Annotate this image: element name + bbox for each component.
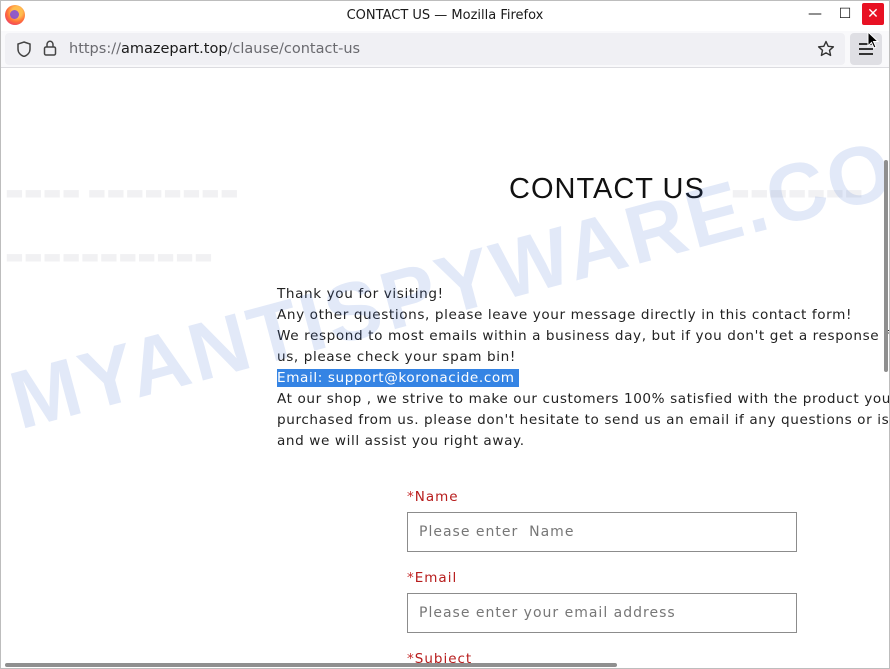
name-label: *Name (407, 489, 459, 505)
intro-line: and we will assist you right away. (277, 433, 525, 449)
email-highlight[interactable]: Email: support@koronacide.com (277, 369, 519, 387)
page-title: CONTACT US (509, 173, 705, 205)
maximize-button[interactable]: ☐ (834, 3, 856, 25)
intro-line: Thank you for visiting! (277, 286, 444, 302)
url-path: /clause/contact-us (227, 41, 361, 57)
intro-line: us, please check your spam bin! (277, 349, 516, 365)
page-content: ▬▬▬▬ ▬▬▬▬▬▬▬▬ ▬▬▬▬▬▬▬▬▬▬▬ ▬▬▬▬▬▬▬ CONTAC… (1, 68, 889, 668)
intro-line: We respond to most emails within a busin… (277, 328, 889, 344)
horizontal-scrollbar[interactable] (5, 663, 617, 667)
url-prefix: https:// (69, 41, 121, 57)
url-bar[interactable]: https://amazepart.top/clause/contact-us (5, 33, 845, 65)
title-bar: CONTACT US — Mozilla Firefox — ☐ ✕ (1, 1, 889, 31)
lock-icon[interactable] (43, 40, 57, 56)
background-decoration: ▬▬▬▬▬▬▬▬▬▬▬ (5, 244, 213, 268)
shield-icon[interactable] (17, 41, 31, 57)
name-input[interactable] (407, 512, 797, 552)
background-decoration: ▬▬▬▬▬▬▬ (731, 180, 864, 204)
email-label-text: Email (414, 570, 458, 586)
star-icon[interactable] (817, 40, 835, 58)
browser-window: CONTACT US — Mozilla Firefox — ☐ ✕ https… (0, 0, 890, 669)
url-host: amazepart.top (120, 41, 228, 57)
required-mark: * (407, 489, 415, 505)
intro-text: Thank you for visiting! Any other questi… (277, 284, 889, 452)
close-button[interactable]: ✕ (862, 3, 884, 25)
vertical-scrollbar[interactable] (884, 160, 888, 372)
email-input[interactable] (407, 593, 797, 633)
intro-line: At our shop , we strive to make our cust… (277, 391, 889, 407)
background-decoration: ▬▬▬▬ ▬▬▬▬▬▬▬▬ (5, 180, 239, 204)
required-mark: * (407, 570, 415, 586)
minimize-button[interactable]: — (804, 3, 826, 25)
email-label: *Email (407, 570, 457, 586)
intro-line: Any other questions, please leave your m… (277, 307, 853, 323)
name-label-text: Name (414, 489, 459, 505)
url-text[interactable]: https://amazepart.top/clause/contact-us (69, 41, 360, 57)
cursor-icon (867, 31, 879, 49)
navigation-bar: https://amazepart.top/clause/contact-us (1, 31, 889, 68)
intro-line: purchased from us. please don't hesitate… (277, 412, 889, 428)
window-title: CONTACT US — Mozilla Firefox (346, 8, 544, 23)
